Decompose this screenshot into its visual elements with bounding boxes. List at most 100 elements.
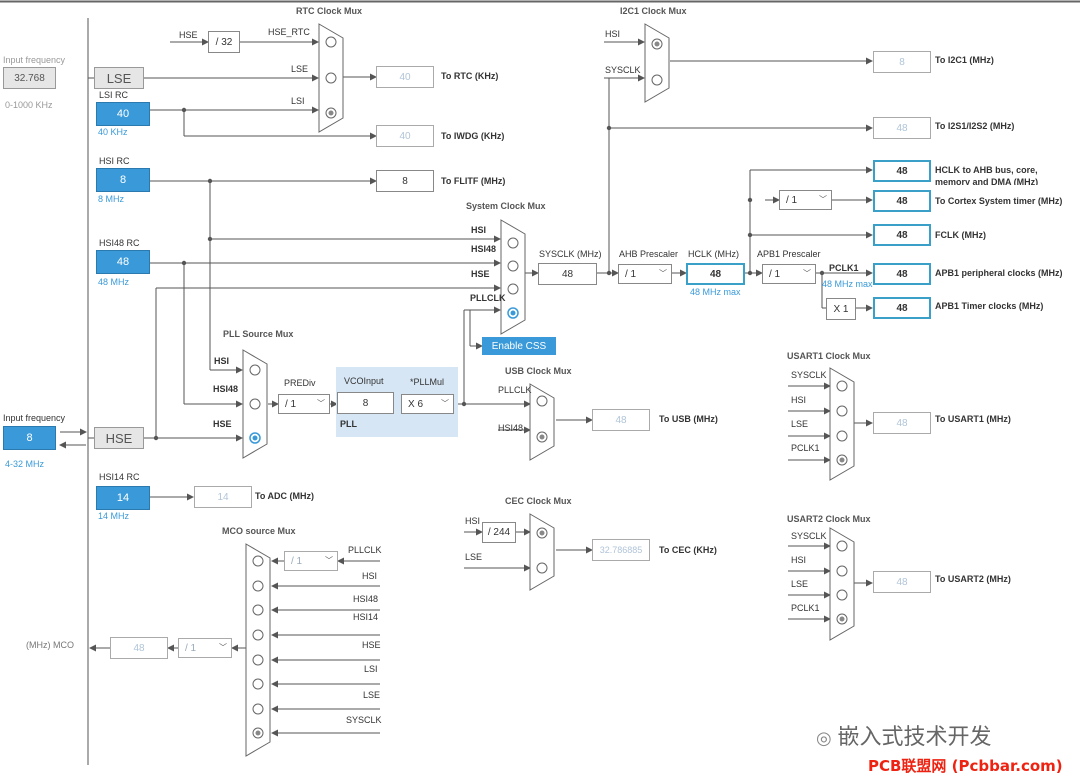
hse-rtc-divider[interactable]: / 32 [208, 31, 240, 53]
mco-input-hsi14: HSI14 [353, 612, 379, 622]
mco-input-lse: LSE [363, 690, 381, 700]
apb1-timer-multiplier: X 1 [826, 298, 856, 320]
i2c1-mux-shape [644, 23, 670, 103]
usb-clock-mux-title: USB Clock Mux [505, 366, 572, 376]
pll-src-hse-label: HSE [213, 419, 232, 429]
flitf-output-value: 8 [376, 170, 434, 192]
lse-range-label: 0-1000 KHz [5, 100, 53, 110]
mco-input-lsi: LSI [364, 664, 378, 674]
fclk-output-value: 48 [873, 224, 931, 246]
cec-lse-label: LSE [465, 552, 483, 562]
enable-css-button[interactable]: Enable CSS [482, 337, 556, 355]
chevron-down-icon: ﹀ [803, 268, 811, 278]
wechat-watermark: ◎ 嵌入式技术开发 [816, 719, 991, 751]
hsi48-rc-frequency: 48 MHz [98, 277, 130, 287]
sysclk-label: SYSCLK (MHz) [539, 249, 602, 259]
pll-src-hsi48-label: HSI48 [213, 384, 239, 394]
mco-source-mux-title: MCO source Mux [222, 526, 296, 536]
sysmux-hsi-label: HSI [471, 225, 487, 235]
apb1-prescaler-value: / 1 [769, 268, 781, 280]
hsi-rc-frequency: 8 MHz [98, 194, 125, 204]
hsi14-rc-label: HSI14 RC [99, 472, 140, 482]
apb1-prescaler-label: APB1 Prescaler [757, 249, 821, 259]
chevron-down-icon: ﹀ [441, 398, 449, 408]
hsi-rc-value: 8 [96, 168, 150, 192]
prediv-select[interactable]: / 1 ﹀ [278, 394, 330, 414]
hsi14-rc-value: 14 [96, 486, 150, 510]
apb1-peripheral-output-label: APB1 peripheral clocks (MHz) [935, 268, 1063, 278]
apb1-prescaler-select[interactable]: / 1 ﹀ [762, 264, 816, 284]
fclk-output-label: FCLK (MHz) [935, 230, 986, 240]
vco-input-label: VCOInput [344, 376, 384, 386]
pclk1-max-label: 48 MHz max [822, 279, 873, 289]
lsi-rc-frequency: 40 KHz [98, 127, 128, 137]
lsi-rc-value: 40 [96, 102, 150, 126]
usart1-input-pclk1: PCLK1 [791, 443, 820, 453]
usart2-input-hsi: HSI [791, 555, 807, 565]
vco-input-value: 8 [337, 392, 394, 414]
i2c1-sysclk-label: SYSCLK [605, 65, 641, 75]
hclk-value-field[interactable]: 48 [686, 263, 745, 285]
cec-clock-mux-title: CEC Clock Mux [505, 496, 572, 506]
chevron-down-icon: ﹀ [325, 555, 333, 565]
usb-output-value: 48 [592, 409, 650, 431]
hsi-rc-label: HSI RC [99, 156, 130, 166]
chevron-down-icon: ﹀ [819, 194, 827, 204]
sysmux-pllclk-label: PLLCLK [470, 293, 506, 303]
lse-input-frequency-field[interactable]: 32.768 [3, 67, 56, 89]
mco-input-hsi: HSI [362, 571, 378, 581]
i2c1-hsi-label: HSI [605, 29, 621, 39]
usart1-input-sysclk: SYSCLK [791, 370, 827, 380]
chevron-down-icon: ﹀ [659, 268, 667, 278]
iwdg-output-value: 40 [376, 125, 434, 147]
mco-input-hse: HSE [362, 640, 381, 650]
usart1-output-label: To USART1 (MHz) [935, 414, 1011, 424]
apb1-timer-output-value: 48 [873, 297, 931, 319]
rtc-lse-label: LSE [291, 64, 309, 74]
flitf-output-label: To FLITF (MHz) [441, 176, 506, 186]
usb-output-label: To USB (MHz) [659, 414, 718, 424]
ahb-prescaler-label: AHB Prescaler [619, 249, 679, 259]
usart2-input-lse: LSE [791, 579, 809, 589]
mco-input-sysclk: SYSCLK [346, 715, 382, 725]
pll-label: PLL [340, 419, 357, 429]
mco-output-label: (MHz) MCO [26, 640, 74, 650]
usart2-clock-mux-title: USART2 Clock Mux [787, 514, 871, 524]
i2c1-clock-mux-title: I2C1 Clock Mux [620, 6, 687, 16]
mco-input-pllclk: PLLCLK [348, 545, 382, 555]
apb1-timer-output-label: APB1 Timer clocks (MHz) [935, 301, 1044, 311]
ahb-prescaler-value: / 1 [625, 268, 637, 280]
ahb-prescaler-select[interactable]: / 1 ﹀ [618, 264, 672, 284]
cortex-timer-divider-value: / 1 [786, 194, 798, 206]
hse-input-frequency-field[interactable]: 8 [3, 426, 56, 450]
usb-mux-shape [529, 383, 555, 461]
lse-oscillator-block: LSE [94, 67, 144, 89]
pll-src-hsi-label: HSI [214, 356, 230, 366]
pclk1-label: PCLK1 [829, 263, 859, 273]
lse-input-frequency-label: Input frequency [3, 55, 66, 65]
pll-mul-select[interactable]: X 6 ﹀ [401, 394, 454, 414]
usart2-input-sysclk: SYSCLK [791, 531, 827, 541]
pll-source-mux-title: PLL Source Mux [223, 329, 294, 339]
mco-output-value: 48 [110, 637, 168, 659]
clock-configuration-canvas: Input frequency 32.768 0-1000 KHz LSE LS… [0, 0, 1080, 780]
lsi-rc-label: LSI RC [99, 90, 129, 100]
mco-output-divider-value: / 1 [185, 642, 197, 654]
usart1-input-hsi: HSI [791, 395, 807, 405]
rtc-hse-label: HSE [179, 30, 198, 40]
mco-mux-shape [245, 543, 271, 757]
rtc-lsi-label: LSI [291, 96, 305, 106]
apb1-peripheral-output-value: 48 [873, 263, 931, 285]
sysclk-value: 48 [538, 263, 597, 285]
mco-output-divider-select[interactable]: / 1 ﹀ [178, 638, 232, 658]
i2s-output-label: To I2S1/I2S2 (MHz) [935, 121, 1015, 131]
wechat-watermark-text: 嵌入式技术开发 [837, 725, 992, 750]
hse-range-label: 4-32 MHz [5, 459, 45, 469]
cortex-timer-divider-select[interactable]: / 1 ﹀ [779, 190, 832, 210]
adc-output-label: To ADC (MHz) [255, 491, 314, 501]
pll-mul-value: X 6 [408, 398, 424, 410]
hse-rtc-label: HSE_RTC [268, 27, 310, 37]
usart1-input-lse: LSE [791, 419, 809, 429]
mco-pll-divider-select[interactable]: / 1 ﹀ [284, 551, 338, 571]
rtc-clock-mux-title: RTC Clock Mux [296, 6, 363, 16]
